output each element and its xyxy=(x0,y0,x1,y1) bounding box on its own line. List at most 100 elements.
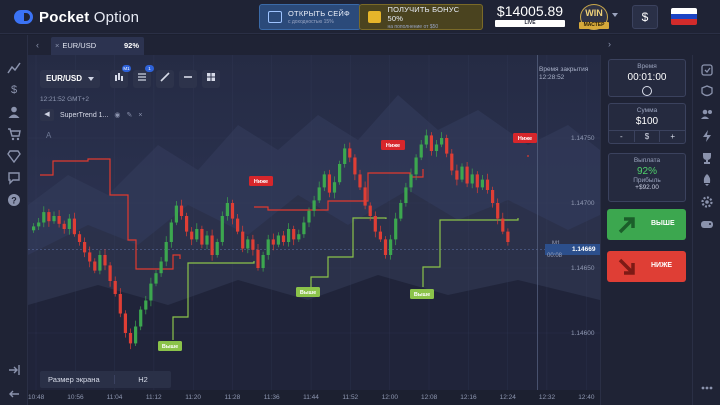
amount-value[interactable]: $100 xyxy=(609,116,685,127)
minus-icon[interactable] xyxy=(179,70,197,88)
amount-control[interactable]: Сумма $100 - $ + xyxy=(608,103,686,144)
layout-grid-icon[interactable] xyxy=(202,70,220,88)
expiry-caption: Время закрытия xyxy=(539,66,589,73)
x-tick-label: 11:28 xyxy=(224,394,241,401)
server-time: 12:21:52 GMT+2 xyxy=(40,96,89,103)
tab-asset-name: EUR/USD xyxy=(62,41,97,50)
indicator-name[interactable]: SuperTrend 1... xyxy=(60,112,108,119)
screen-size-control[interactable]: Размер экрана H2 xyxy=(40,371,171,388)
chevron-left-icon[interactable]: ‹ xyxy=(36,40,39,50)
candle-body xyxy=(108,265,112,281)
asset-selector[interactable]: EUR/USD xyxy=(40,70,100,88)
tournaments-icon[interactable] xyxy=(700,151,714,165)
cart-icon[interactable] xyxy=(7,127,21,141)
decrease-amount-button[interactable]: - xyxy=(609,131,635,142)
mountain-background: Ниже Ниже Ниже Выше Выше Выше xyxy=(28,55,600,390)
candle-body xyxy=(322,174,326,188)
svg-text:?: ? xyxy=(11,196,17,206)
logout-icon[interactable] xyxy=(7,363,21,377)
payout-caption: Выплата xyxy=(633,157,661,164)
edit-icon[interactable]: ✎ xyxy=(127,111,133,119)
increase-amount-button[interactable]: + xyxy=(660,131,685,142)
gamepad-icon[interactable] xyxy=(700,217,714,231)
more-icon[interactable] xyxy=(700,381,714,395)
sell-label: НИЖЕ xyxy=(651,262,673,269)
get-bonus-button[interactable]: ПОЛУЧИТЬ БОНУС 50% на пополнение от $50 xyxy=(359,4,483,30)
indicator-count-badge: 1 xyxy=(145,65,154,72)
diamond-icon[interactable] xyxy=(7,149,21,164)
indicators-button[interactable]: 1 xyxy=(133,65,154,88)
candle-body xyxy=(251,239,255,250)
express-icon[interactable] xyxy=(700,129,714,143)
delete-icon[interactable]: × xyxy=(138,112,142,119)
time-value[interactable]: 00:01:00 xyxy=(609,72,685,83)
candle-body xyxy=(52,216,56,222)
close-icon[interactable]: × xyxy=(55,41,59,50)
candle-body xyxy=(327,174,331,193)
x-tick-label: 11:52 xyxy=(342,394,359,401)
indicator-row: ◀ SuperTrend 1... ◉ ✎ × xyxy=(40,108,142,122)
candle-body xyxy=(42,212,46,223)
candle-body xyxy=(47,212,51,222)
master-label: МАСТЕР xyxy=(579,22,609,29)
gift-icon xyxy=(368,11,382,23)
logo[interactable]: Pocket Option xyxy=(14,7,139,27)
language-flag-icon[interactable] xyxy=(671,8,697,25)
time-control[interactable]: Время 00:01:00 xyxy=(608,59,686,97)
drawing-tools-button[interactable] xyxy=(156,70,174,88)
signals-icon[interactable] xyxy=(700,85,714,99)
open-safe-button[interactable]: ОТКРЫТЬ СЕЙФ с доходностью 15% xyxy=(259,4,361,30)
chart-icon[interactable] xyxy=(7,61,21,75)
candle-body xyxy=(190,231,194,240)
x-tick-label: 12:08 xyxy=(421,394,438,401)
currency-button[interactable]: $ xyxy=(635,131,661,142)
candle-body xyxy=(215,242,219,255)
finance-icon[interactable]: $ xyxy=(7,83,21,97)
candle-body xyxy=(159,261,163,274)
candle-body xyxy=(225,203,229,216)
chart-toolbar: EUR/USD M1 1 xyxy=(40,65,220,88)
x-tick-label: 11:04 xyxy=(106,394,123,401)
candle-body xyxy=(404,187,408,203)
sell-lower-button[interactable]: НИЖЕ xyxy=(607,251,686,282)
buy-higher-button[interactable]: ВЫШЕ xyxy=(607,209,686,240)
status-badge[interactable]: WIN МАСТЕР xyxy=(579,4,609,30)
chart-type-button[interactable]: M1 xyxy=(110,65,131,88)
candle-body xyxy=(414,157,418,175)
candle-body xyxy=(460,166,464,180)
balance-display[interactable]: $14005.89 LIVE xyxy=(493,3,567,27)
candle-body xyxy=(123,313,127,333)
profile-icon[interactable] xyxy=(7,105,21,119)
candle-body xyxy=(281,235,286,242)
x-tick-label: 10:56 xyxy=(67,394,84,401)
eye-icon[interactable]: ◉ xyxy=(114,111,120,119)
candle-countdown: 00:08 xyxy=(547,253,563,259)
help-icon[interactable]: ? xyxy=(7,193,21,207)
deposit-button[interactable]: $ xyxy=(632,5,658,29)
tab-eur-usd[interactable]: × EUR/USD 92% xyxy=(51,37,144,55)
candle-body xyxy=(271,239,275,245)
settings-icon[interactable] xyxy=(700,195,714,209)
candle-body xyxy=(419,144,423,158)
chat-icon[interactable] xyxy=(7,171,21,185)
candle-body xyxy=(485,179,490,190)
candle-body xyxy=(241,231,245,249)
chevron-left-icon[interactable]: ◀ xyxy=(40,109,54,121)
price-chart[interactable]: Ниже Ниже Ниже Выше Выше Выше xyxy=(28,55,600,390)
candle-body xyxy=(266,239,270,255)
social-trading-icon[interactable] xyxy=(700,107,714,121)
screen-size-value[interactable]: H2 xyxy=(114,375,171,384)
candle-body xyxy=(200,229,204,245)
candle-body xyxy=(429,135,433,151)
safe-subtitle: с доходностью 15% xyxy=(288,19,334,25)
candle-body xyxy=(368,205,372,216)
candle-body xyxy=(424,135,428,145)
candle-body xyxy=(307,210,311,223)
trades-icon[interactable] xyxy=(700,63,714,77)
collapse-icon[interactable] xyxy=(7,387,21,401)
chevron-right-icon[interactable]: › xyxy=(608,39,611,49)
candle-body xyxy=(134,326,138,344)
chevron-down-icon[interactable] xyxy=(612,13,618,17)
clock-icon[interactable] xyxy=(642,86,652,96)
rocket-icon[interactable] xyxy=(700,173,714,187)
